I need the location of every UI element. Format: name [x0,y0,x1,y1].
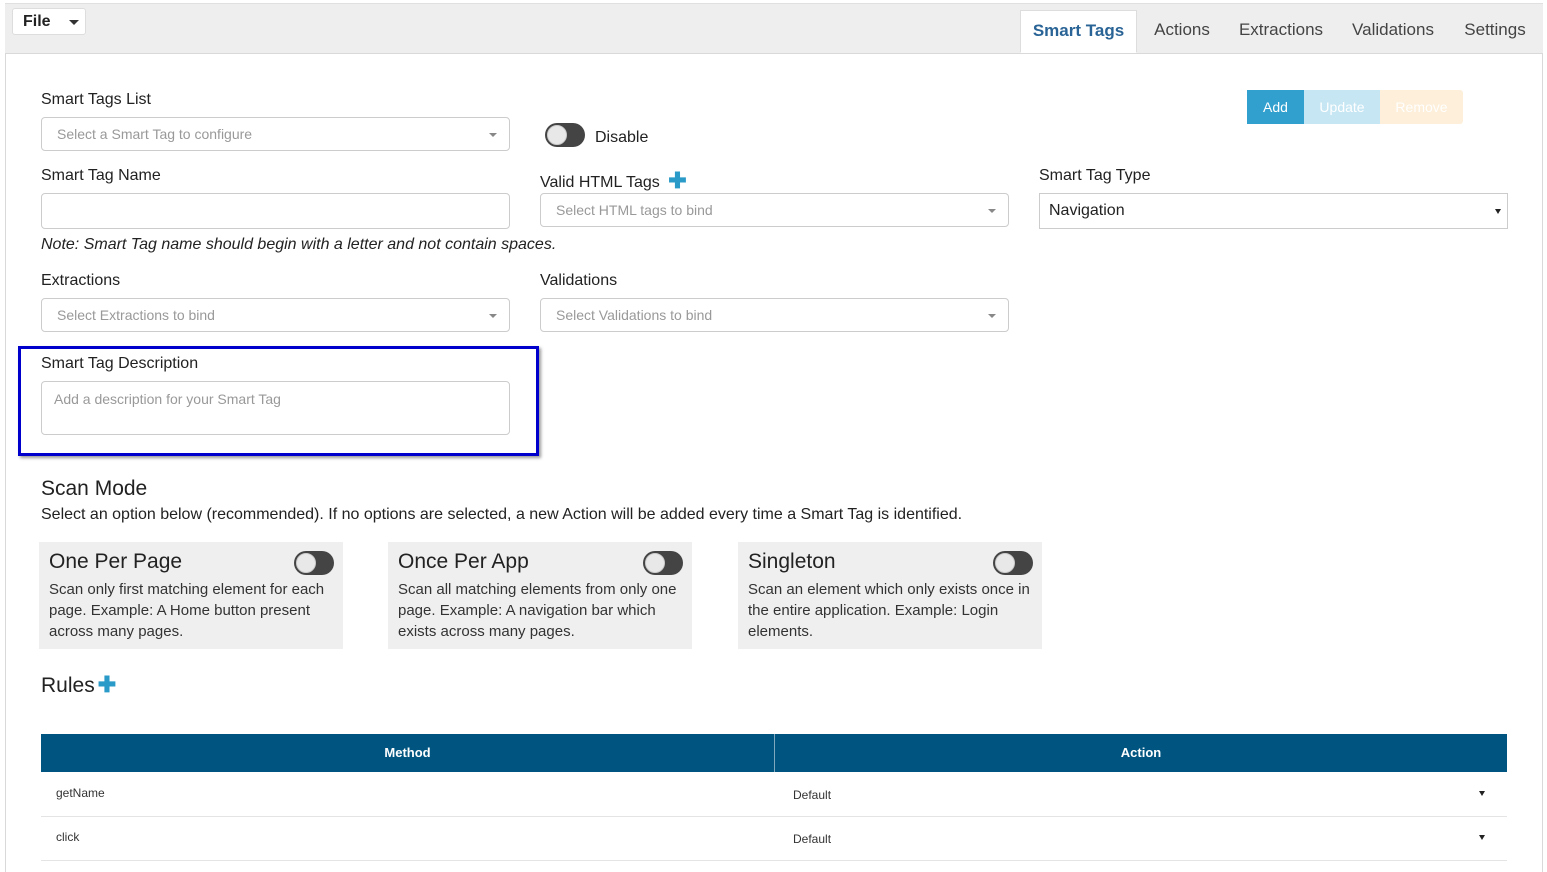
valid-html-tags-label: Valid HTML Tags ✚ [540,167,687,193]
rules-title: Rules ✚ [41,672,116,698]
scan-option-card: Once Per App Scan all matching elements … [388,542,692,649]
validations-label: Validations [540,272,618,289]
chevron-down-icon [1495,209,1501,214]
description-placeholder: Add a description for your Smart Tag [54,391,281,407]
extractions-label: Extractions [41,272,121,289]
scan-option-description: Scan all matching elements from only one… [398,581,677,640]
file-menu-label: File [23,13,51,30]
rule-method-cell: click [56,830,80,844]
toggle-knob [645,553,665,573]
smart-tag-type-value: Navigation [1049,202,1125,219]
tab-actions[interactable]: Actions [1140,10,1224,53]
add-rule-plus-icon[interactable]: ✚ [98,672,116,697]
file-menu-button[interactable]: File [12,8,86,35]
rule-action-select[interactable]: Default [775,778,1507,812]
smart-tag-name-note: Note: Smart Tag name should begin with a… [41,236,557,253]
rule-action-value: Default [793,832,832,846]
chevron-down-icon [1479,835,1485,840]
column-header-action: Action [1120,745,1162,760]
valid-html-tags-placeholder: Select HTML tags to bind [556,202,713,218]
chevron-down-icon [489,133,497,137]
rules-title-text: Rules [41,674,95,697]
chevron-down-icon [1479,791,1485,796]
extractions-select[interactable]: Select Extractions to bind [41,298,510,332]
rule-method-cell: getName [56,786,105,800]
row-divider [41,816,1507,817]
toggle-knob [547,125,567,145]
smart-tag-name-label: Smart Tag Name [41,167,161,184]
chevron-down-icon [988,209,996,213]
smart-tags-list-label: Smart Tags List [41,91,151,108]
update-button[interactable]: Update [1304,90,1380,124]
valid-html-tags-select[interactable]: Select HTML tags to bind [540,193,1009,227]
scan-mode-subtitle: Select an option below (recommended). If… [41,506,963,523]
chevron-down-icon [69,20,79,25]
tab-validations[interactable]: Validations [1340,10,1446,53]
description-textarea[interactable]: Add a description for your Smart Tag [41,381,510,435]
remove-button[interactable]: Remove [1380,90,1463,124]
tab-extractions[interactable]: Extractions [1228,10,1334,53]
rule-action-select[interactable]: Default [775,822,1507,856]
scan-option-card: One Per Page Scan only first matching el… [39,542,343,649]
smart-tag-name-input[interactable] [41,193,510,229]
toggle-knob [995,553,1015,573]
disable-label: Disable [595,129,649,146]
validations-placeholder: Select Validations to bind [556,307,713,323]
rules-table-header: Method Action [41,734,1507,772]
smart-tag-type-select[interactable]: Navigation [1039,193,1508,229]
validations-select[interactable]: Select Validations to bind [540,298,1009,332]
disable-toggle[interactable] [545,123,585,147]
tab-smart-tags[interactable]: Smart Tags [1020,10,1137,53]
column-header-method: Method [384,745,431,760]
chevron-down-icon [988,314,996,318]
scan-option-description: Scan only first matching element for eac… [49,581,325,640]
row-divider [41,860,1507,861]
smart-tag-type-label: Smart Tag Type [1039,167,1151,184]
valid-html-tags-label-text: Valid HTML Tags [540,174,660,191]
smart-tags-list-placeholder: Select a Smart Tag to configure [57,126,253,142]
scan-option-title: Once Per App [398,550,529,573]
extractions-placeholder: Select Extractions to bind [57,307,215,323]
scan-option-description: Scan an element which only exists once i… [748,581,1030,640]
add-html-tag-plus-icon[interactable]: ✚ [668,168,686,193]
scan-option-title: One Per Page [49,550,183,573]
one-per-page-toggle[interactable] [294,551,334,575]
once-per-app-toggle[interactable] [643,551,683,575]
smart-tags-list-select[interactable]: Select a Smart Tag to configure [41,117,510,151]
singleton-toggle[interactable] [993,551,1033,575]
rule-action-value: Default [793,788,832,802]
scan-option-title: Singleton [748,550,836,573]
scan-option-card: Singleton Scan an element which only exi… [738,542,1042,649]
description-label: Smart Tag Description [41,355,199,372]
chevron-down-icon [489,314,497,318]
frame-right-border [1542,3,1543,872]
scan-mode-title: Scan Mode [41,477,148,500]
tab-settings[interactable]: Settings [1452,10,1538,53]
frame-left-border [5,3,6,872]
add-button[interactable]: Add [1247,90,1304,124]
toggle-knob [296,553,316,573]
